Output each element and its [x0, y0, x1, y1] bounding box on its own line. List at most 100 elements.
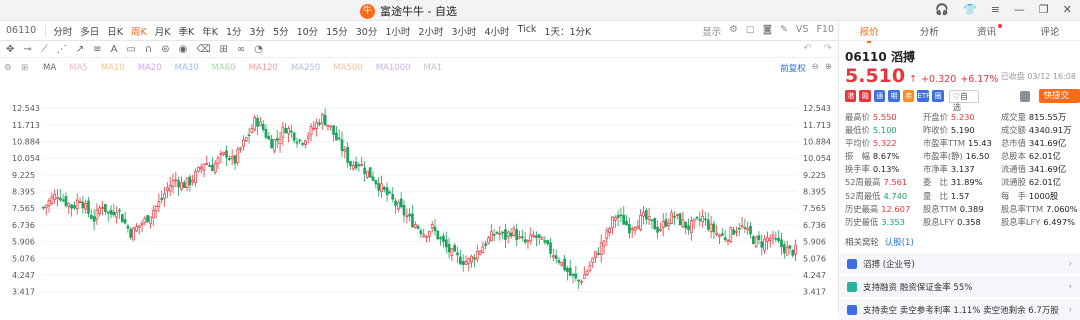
delete-icon[interactable]: ⌫	[196, 44, 210, 55]
redo-icon[interactable]: ↷	[824, 43, 832, 54]
period-tab[interactable]: 5分	[269, 24, 293, 38]
ray-tool-icon[interactable]: ⟋	[41, 44, 48, 55]
candle-body	[120, 214, 124, 223]
shirt-icon[interactable]: 👕	[963, 3, 977, 16]
undo-icon[interactable]: ↶	[803, 43, 811, 54]
crosshair-icon[interactable]: ✥	[6, 44, 14, 55]
period-tab[interactable]: 月K	[151, 24, 175, 38]
news-item[interactable]: 支持融资 融资保证金率 55% ›	[839, 276, 1080, 297]
candle-body	[585, 271, 589, 276]
rect-tool-icon[interactable]: ▭	[126, 44, 135, 55]
ma-legend-item[interactable]: MA30	[175, 63, 199, 73]
market-badge-icon[interactable]: 通	[873, 90, 886, 102]
maximize-icon[interactable]: ❐	[1039, 3, 1049, 16]
timer-icon[interactable]: ◔	[254, 44, 263, 55]
news-text: 支持卖空 卖空参考利率 1.11% 卖空池剩余 6.7万股	[863, 305, 1059, 316]
ma-legend-item[interactable]: MA10	[101, 63, 125, 73]
period-tab[interactable]: 2小时	[414, 24, 447, 38]
news-item[interactable]: 滔搏 (企业号) ›	[839, 253, 1080, 274]
candle-body	[216, 157, 220, 164]
candle-body	[242, 139, 245, 147]
zoom-out-icon[interactable]: ⊖	[812, 62, 819, 74]
ma-legend-item[interactable]: MA20	[138, 63, 162, 73]
market-badge-icon[interactable]: 融	[859, 90, 871, 102]
panel-tab[interactable]: 报价	[839, 24, 899, 43]
display-dropdown[interactable]: 显示	[702, 24, 721, 38]
candle-body	[481, 246, 485, 254]
period-tab[interactable]: 15分	[322, 24, 352, 38]
channel-tool-icon[interactable]: ⋰	[57, 44, 67, 55]
close-icon[interactable]: ✕	[1063, 3, 1072, 16]
add-watchlist-button[interactable]: ♡自选	[948, 89, 979, 112]
panel-tab[interactable]: 资讯	[960, 23, 1020, 38]
alert-icon[interactable]	[1019, 90, 1031, 102]
period-tab[interactable]: 日K	[103, 24, 127, 38]
market-badge-icon[interactable]: 港	[845, 90, 857, 102]
market-badge-icon[interactable]: 期	[888, 90, 900, 102]
ma-legend-item[interactable]: MA60	[212, 63, 236, 73]
ma-legend-item[interactable]: MA250	[291, 63, 320, 73]
layout-icon[interactable]: ▢	[746, 24, 755, 38]
period-tab[interactable]: 1天：1分K	[540, 24, 595, 38]
candle-body	[439, 237, 442, 240]
period-tab[interactable]: Tick	[514, 24, 541, 38]
market-badge-icon[interactable]: 卖	[902, 90, 915, 102]
fib-tool-icon[interactable]: ≡	[93, 44, 101, 55]
camera-icon[interactable]: ◙	[763, 24, 772, 38]
ma-legend-item[interactable]: MA120	[249, 63, 278, 73]
ma-legend-item[interactable]: MA	[43, 63, 56, 73]
tune-icon[interactable]: ≡	[991, 3, 1000, 16]
ma-legend-item[interactable]: MA1	[424, 63, 443, 73]
eye-icon[interactable]: ◉	[179, 44, 188, 55]
f10-button[interactable]: F10	[816, 24, 834, 38]
stock-code-tab[interactable]: 06110	[0, 25, 42, 36]
candle-body	[199, 166, 203, 170]
period-tab[interactable]: 4小时	[481, 24, 514, 38]
period-tab[interactable]: 3小时	[447, 24, 480, 38]
period-tab[interactable]: 周K	[127, 24, 151, 38]
kline-chart[interactable]: 12.543 12.543 11.713 11.713 10.884 10.884 10.0…	[0, 76, 838, 313]
line-tool-icon[interactable]: ⊸	[23, 44, 31, 55]
period-tab[interactable]: 10分	[293, 24, 323, 38]
period-tab[interactable]: 1小时	[381, 24, 414, 38]
settings-icon[interactable]: ⚙	[729, 24, 738, 38]
zoom-in-icon[interactable]: ⊕	[825, 62, 832, 74]
candle-body	[264, 129, 268, 138]
quote-value: 1000股	[1028, 190, 1059, 201]
edit-icon[interactable]: ✎	[780, 24, 788, 38]
period-tab[interactable]: 季K	[174, 24, 198, 38]
arrow-tool-icon[interactable]: ↗	[76, 44, 84, 55]
magnet-icon[interactable]: ∩	[145, 44, 152, 55]
panel-tab[interactable]: 分析	[899, 24, 959, 38]
market-badge-icon[interactable]: 圈	[932, 90, 944, 102]
ma-legend-item[interactable]: MA1000	[376, 63, 411, 73]
headset-icon[interactable]: 🎧	[935, 3, 949, 16]
settings-icon[interactable]: ⚙	[4, 63, 12, 73]
quick-trade-button[interactable]: 快捷交易	[1039, 89, 1080, 115]
period-tab[interactable]: 分时	[49, 24, 76, 38]
layers-icon[interactable]: ⊞	[219, 44, 227, 55]
candle-body	[42, 206, 45, 209]
stock-code: 06110	[845, 50, 887, 64]
ma-legend-item[interactable]: MA500	[333, 63, 362, 73]
warrant-link[interactable]: 认股(1)	[885, 238, 914, 248]
ma-legend-item[interactable]: MA5	[69, 63, 88, 73]
market-badge-icon[interactable]: ETF	[917, 90, 930, 102]
text-tool-icon[interactable]: A	[111, 44, 118, 55]
expand-icon[interactable]: ⊞	[21, 63, 28, 73]
period-tab[interactable]: 多日	[76, 24, 103, 38]
lock-icon[interactable]: ⊜	[161, 44, 169, 55]
candle-body	[154, 205, 158, 212]
candle-body	[101, 207, 104, 209]
link-icon[interactable]: ∞	[237, 44, 245, 55]
news-item[interactable]: 支持卖空 卖空参考利率 1.11% 卖空池剩余 6.7万股 ›	[839, 299, 1080, 320]
period-tab[interactable]: 年K	[198, 24, 222, 38]
period-tab[interactable]: 1分	[222, 24, 246, 38]
minimize-icon[interactable]: —	[1014, 3, 1025, 16]
adjust-mode[interactable]: 前复权	[780, 62, 806, 74]
period-tab[interactable]: 3分	[245, 24, 269, 38]
candle-body	[712, 223, 716, 233]
panel-tab[interactable]: 评论	[1020, 24, 1080, 38]
compare-button[interactable]: VS	[796, 24, 809, 38]
period-tab[interactable]: 30分	[352, 24, 382, 38]
